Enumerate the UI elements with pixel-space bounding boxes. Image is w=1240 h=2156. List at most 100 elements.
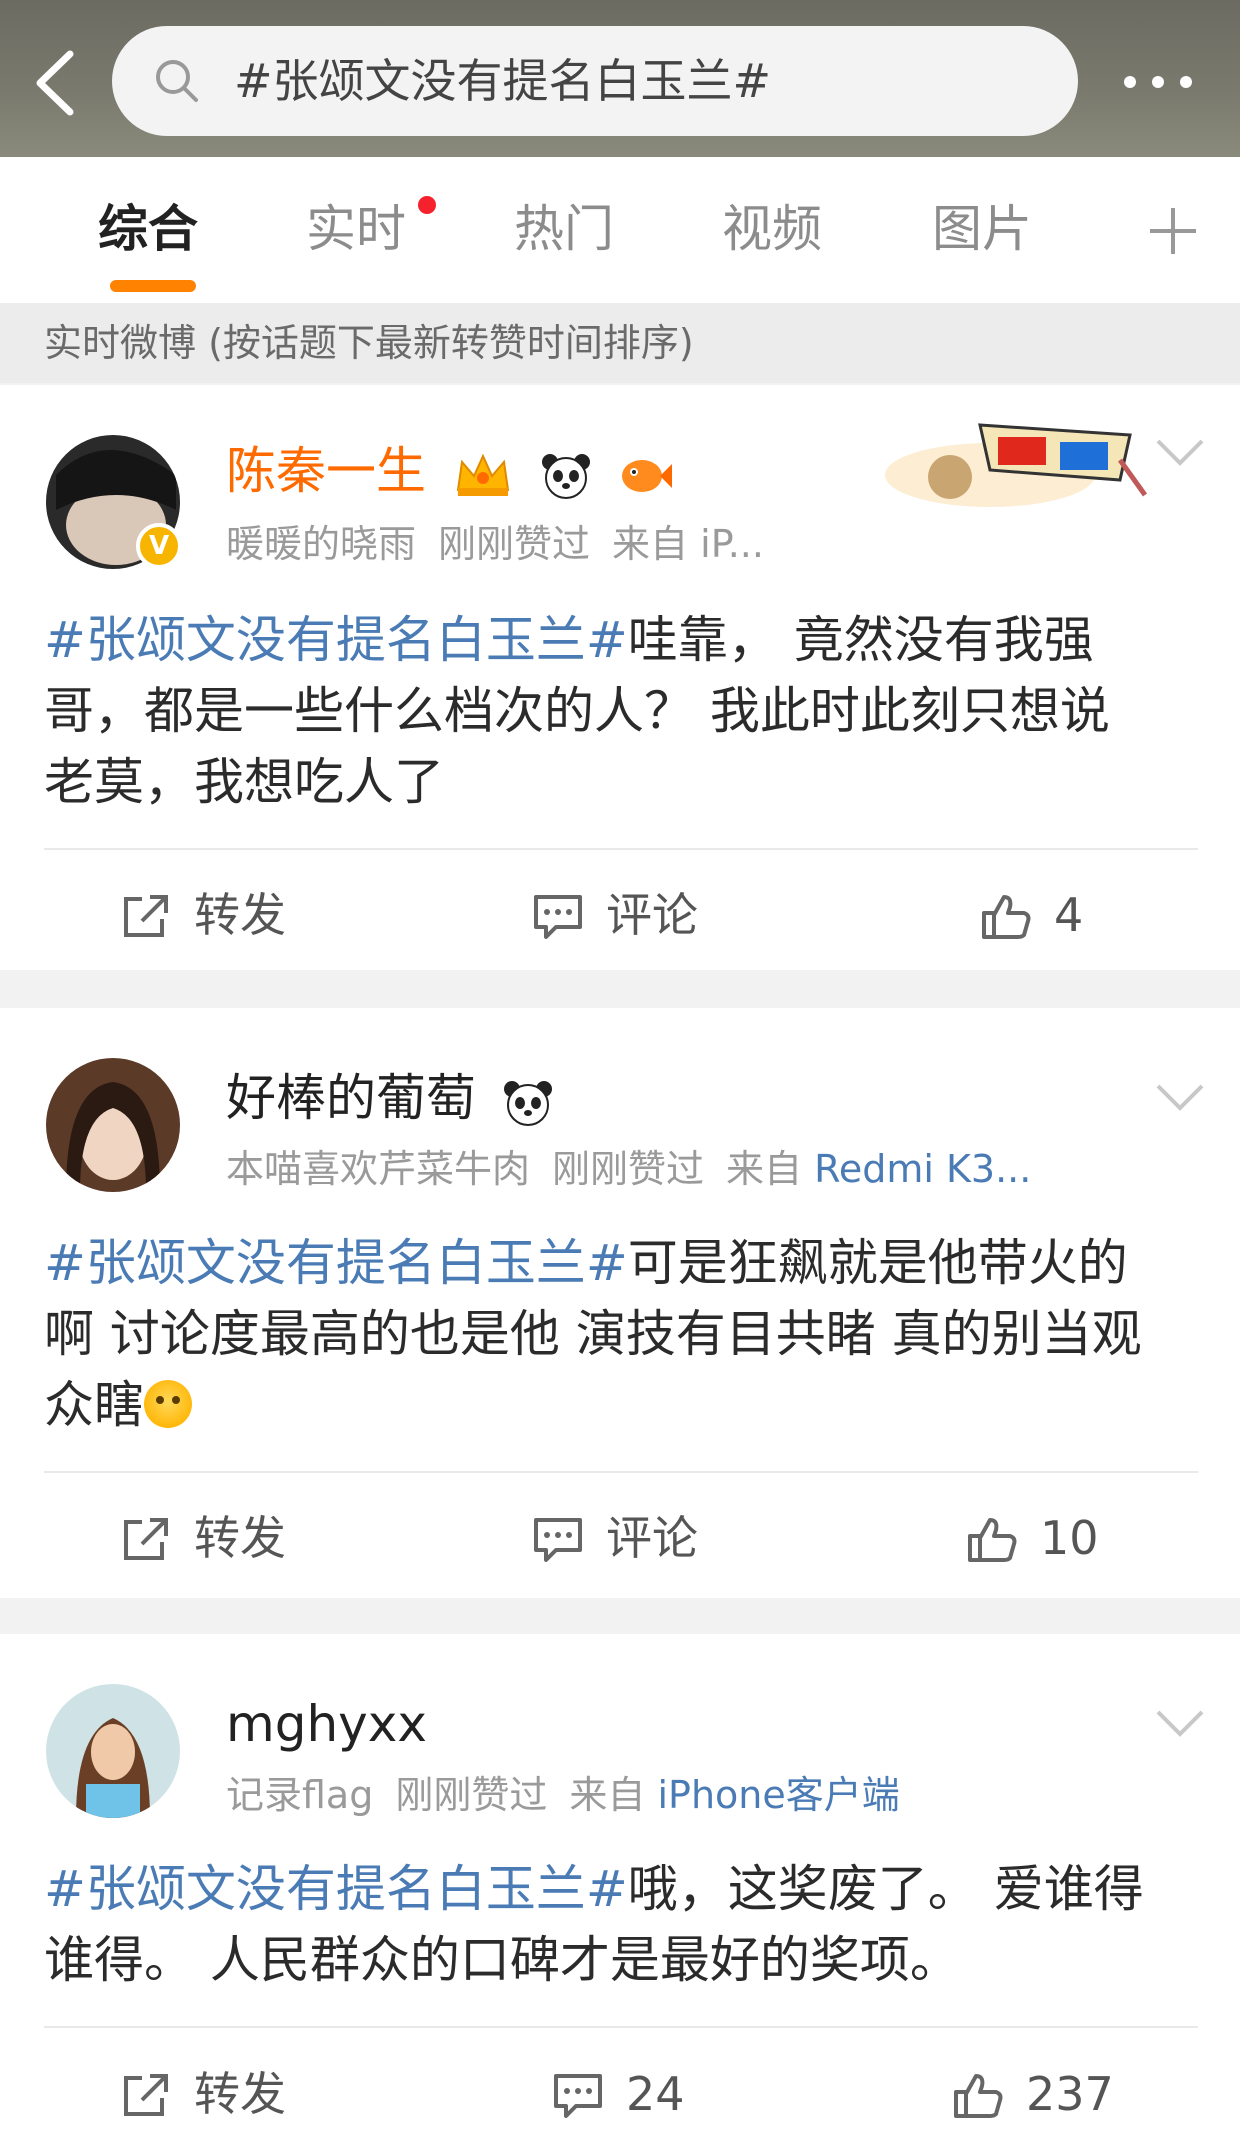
notification-dot: [418, 196, 436, 214]
like-button[interactable]: 10: [966, 1508, 1146, 1568]
fish-icon: [621, 459, 672, 492]
comment-icon: [554, 2074, 602, 2118]
like-action: 刚刚赞过: [552, 1147, 705, 1191]
add-tab-icon[interactable]: [1148, 206, 1198, 256]
more-dot-icon: [1124, 76, 1136, 88]
post-text: #张颂文没有提名白玉兰#可是狂飙就是他带火的 啊 讨论度最高的也是他 演技有目共…: [44, 1228, 1204, 1441]
comment-icon: [534, 895, 582, 939]
emoji-face-icon: [144, 1380, 192, 1428]
body-text: 可是狂飙就是他带火的: [627, 1234, 1128, 1292]
body-text: 众瞎: [44, 1376, 144, 1434]
avatar[interactable]: [46, 1058, 180, 1192]
like-count: 237: [1026, 2067, 1114, 2121]
like-action: 刚刚赞过: [395, 1773, 548, 1817]
avatar-image: [46, 1684, 180, 1818]
username[interactable]: 陈秦一生: [226, 441, 672, 501]
comment-count: 24: [626, 2067, 685, 2121]
share-icon: [124, 2074, 168, 2116]
share-icon: [124, 1518, 168, 1560]
source-prefix: 来自: [569, 1773, 646, 1817]
liked-by[interactable]: 本喵喜欢芹菜牛肉: [226, 1147, 530, 1191]
source-prefix: 来自: [726, 1147, 803, 1191]
repost-button[interactable]: 转发: [120, 1508, 320, 1568]
post-meta: 记录flag 刚刚赞过 来自 iPhone客户端: [226, 1772, 900, 1818]
thumbs-up-icon: [954, 2074, 1003, 2118]
source[interactable]: Redmi K3...: [814, 1147, 1031, 1191]
post-meta: 本喵喜欢芹菜牛肉 刚刚赞过 来自 Redmi K3...: [226, 1146, 1031, 1192]
post-card[interactable]: 好棒的葡萄 本喵喜欢芹菜牛肉 刚刚赞过 来自 Redmi K3... #张颂文没有提…: [0, 1008, 1240, 1598]
topic-link[interactable]: #张颂文没有提名白玉兰#: [44, 611, 628, 669]
avatar[interactable]: [46, 1684, 180, 1818]
like-count: 10: [1040, 1511, 1099, 1565]
repost-label: 转发: [194, 888, 286, 942]
thumbs-up-icon: [982, 895, 1031, 939]
divider: [44, 2026, 1198, 2028]
post-line: #张颂文没有提名白玉兰#哦，这奖废了。 爱谁得: [44, 1854, 1204, 1925]
subheader-text: 实时微博 (按话题下最新转赞时间排序): [44, 321, 694, 365]
more-dot-icon: [1180, 76, 1192, 88]
username-text[interactable]: 陈秦一生: [226, 442, 426, 500]
comment-button[interactable]: 评论: [532, 885, 732, 945]
post-line: 众瞎: [44, 1370, 1204, 1441]
top-search-bar: #张颂文没有提名白玉兰#: [0, 0, 1240, 157]
repost-label: 转发: [194, 2067, 286, 2121]
tab-comprehensive[interactable]: 综合: [98, 199, 198, 259]
post-line: 老莫，我想吃人了: [44, 753, 444, 811]
topic-link[interactable]: #张颂文没有提名白玉兰#: [44, 1234, 628, 1292]
chevron-down-icon[interactable]: [1154, 435, 1206, 469]
post-line: #张颂文没有提名白玉兰#哇靠， 竟然没有我强: [44, 605, 1204, 676]
source[interactable]: iPhone客户端: [657, 1773, 899, 1817]
body-text: 哇靠， 竟然没有我强: [627, 611, 1094, 669]
active-tab-indicator: [110, 280, 196, 292]
back-button[interactable]: [28, 48, 84, 118]
post-card[interactable]: V 陈秦一生 暖暖的晓雨 刚刚赞过 来自 iP... #张颂文没有提名白玉兰#哇…: [0, 385, 1240, 970]
repost-button[interactable]: 转发: [120, 885, 320, 945]
username[interactable]: mghyxx: [226, 1694, 427, 1754]
feed-subheader: 实时微博 (按话题下最新转赞时间排序): [0, 303, 1240, 383]
more-options-button[interactable]: [1118, 60, 1198, 100]
username[interactable]: 好棒的葡萄: [226, 1068, 554, 1128]
verified-badge-icon: V: [136, 523, 182, 569]
post-line: 哥，都是一些什么档次的人？ 我此时此刻只想说: [44, 682, 1110, 740]
divider: [44, 1471, 1198, 1473]
thumbs-up-icon: [968, 1518, 1017, 1562]
chevron-down-icon[interactable]: [1154, 1706, 1206, 1740]
comment-label: 评论: [606, 1511, 698, 1565]
tab-video[interactable]: 视频: [722, 199, 822, 259]
post-meta: 暖暖的晓雨 刚刚赞过 来自 iP...: [226, 521, 764, 567]
comment-button[interactable]: 评论: [532, 1508, 732, 1568]
tab-realtime[interactable]: 实时: [306, 199, 406, 259]
liked-by[interactable]: 记录flag: [226, 1773, 373, 1817]
post-line: #张颂文没有提名白玉兰#可是狂飙就是他带火的: [44, 1228, 1204, 1299]
panda-icon: [541, 453, 590, 499]
crown-badge-icon: [456, 453, 510, 496]
divider: [44, 848, 1198, 850]
search-icon: [156, 60, 198, 102]
search-query[interactable]: #张颂文没有提名白玉兰#: [234, 54, 771, 108]
tab-images[interactable]: 图片: [932, 199, 1032, 259]
avatar-image: [46, 1058, 180, 1192]
repost-button[interactable]: 转发: [120, 2064, 320, 2124]
comment-button[interactable]: 24: [552, 2064, 732, 2124]
like-button[interactable]: 4: [980, 885, 1140, 945]
username-text[interactable]: 好棒的葡萄: [226, 1069, 476, 1127]
topic-link[interactable]: #张颂文没有提名白玉兰#: [44, 1860, 628, 1918]
body-text: 哦，这奖废了。 爱谁得: [627, 1860, 1144, 1918]
panda-icon: [503, 1080, 552, 1126]
chevron-left-icon: [36, 50, 74, 116]
like-action: 刚刚赞过: [438, 522, 591, 566]
repost-label: 转发: [194, 1511, 286, 1565]
like-count: 4: [1054, 888, 1084, 942]
3d-glasses-sticker: [885, 423, 1148, 507]
like-button[interactable]: 237: [952, 2064, 1152, 2124]
post-text: #张颂文没有提名白玉兰#哦，这奖废了。 爱谁得 谁得。 人民群众的口碑才是最好的…: [44, 1854, 1204, 1996]
source: iP...: [700, 522, 764, 566]
username-text[interactable]: mghyxx: [226, 1695, 427, 1753]
chevron-down-icon[interactable]: [1154, 1080, 1206, 1114]
post-card[interactable]: mghyxx 记录flag 刚刚赞过 来自 iPhone客户端 #张颂文没有提名白玉…: [0, 1634, 1240, 2156]
search-field[interactable]: #张颂文没有提名白玉兰#: [112, 26, 1078, 136]
tab-hot[interactable]: 热门: [514, 199, 614, 259]
liked-by[interactable]: 暖暖的晓雨: [226, 522, 416, 566]
share-icon: [124, 895, 168, 937]
post-line: 谁得。 人民群众的口碑才是最好的奖项。: [44, 1931, 960, 1989]
